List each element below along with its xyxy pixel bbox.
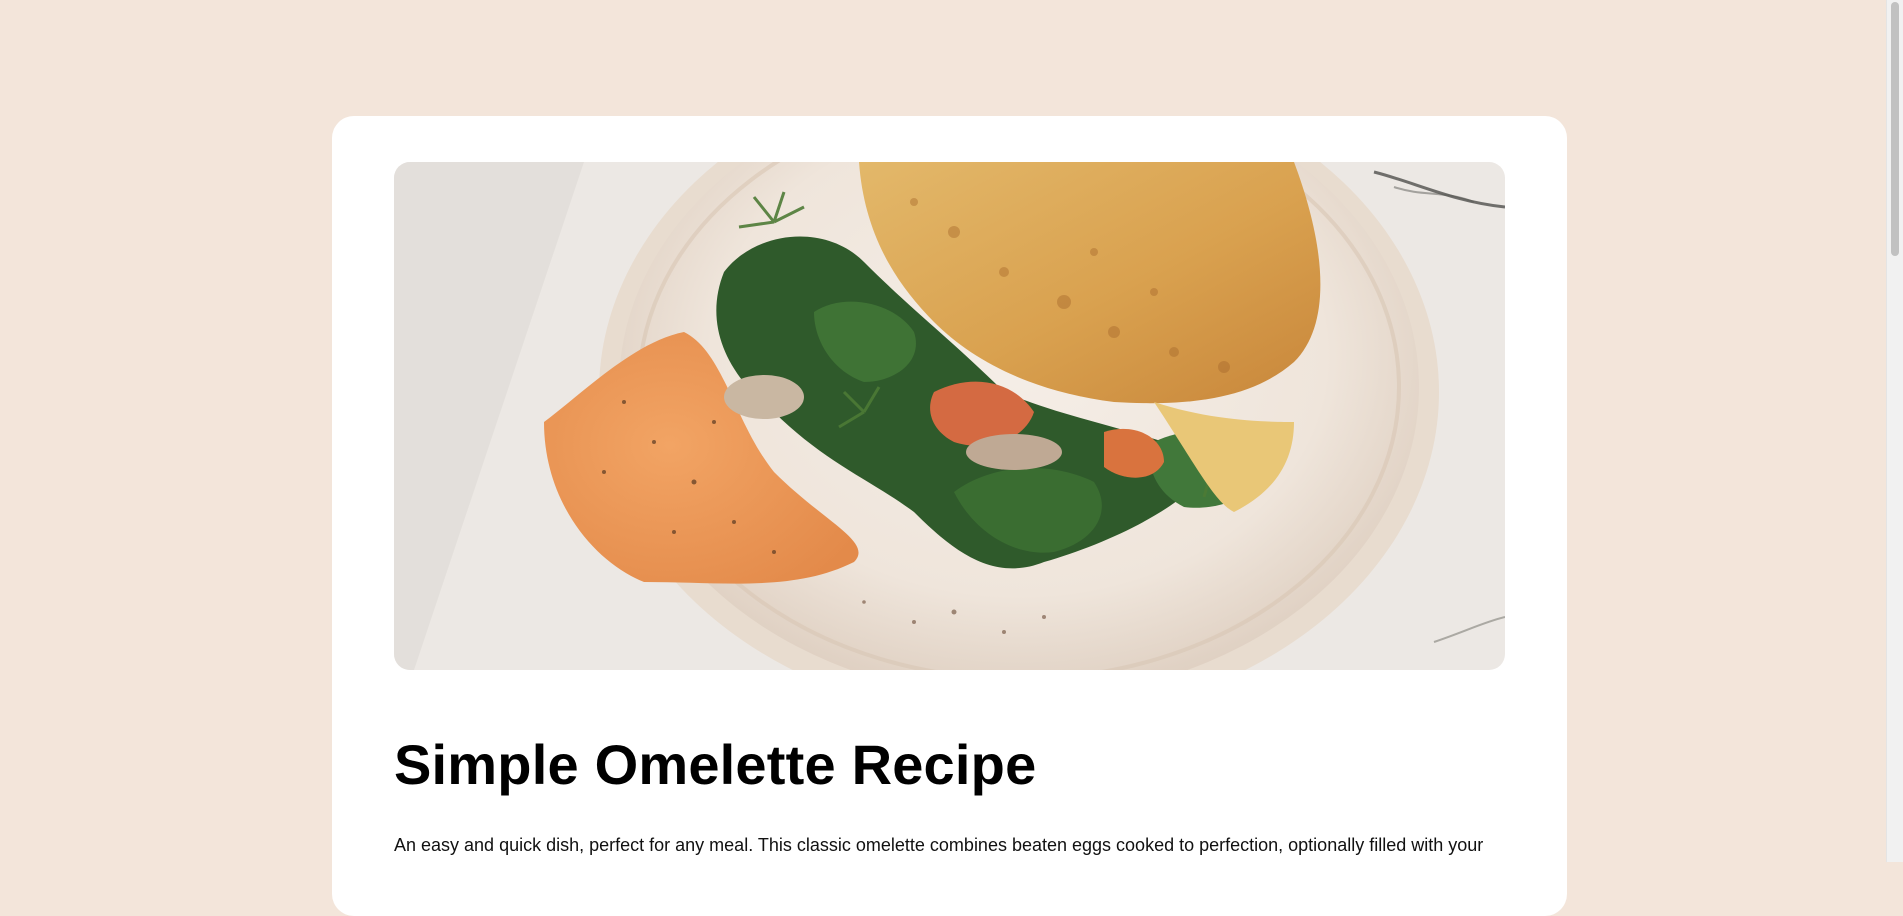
omelette-photo-icon [394, 162, 1505, 670]
page-scrollbar[interactable] [1886, 0, 1903, 862]
recipe-card: Simple Omelette Recipe An easy and quick… [332, 116, 1567, 916]
scrollbar-thumb[interactable] [1891, 2, 1899, 256]
recipe-description: An easy and quick dish, perfect for any … [394, 835, 1484, 855]
recipe-title: Simple Omelette Recipe [394, 733, 1037, 796]
omelette-hero-image [394, 162, 1505, 670]
